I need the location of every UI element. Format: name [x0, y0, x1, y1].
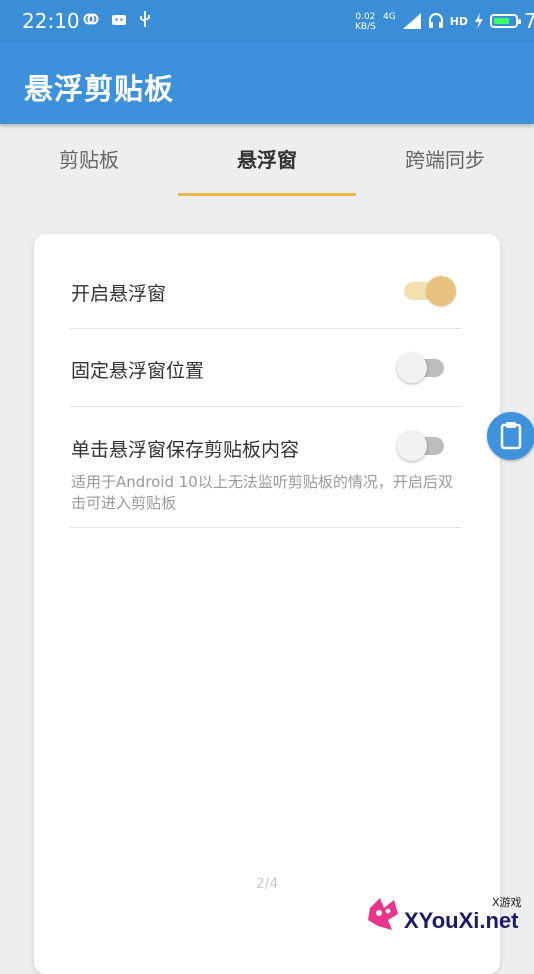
tap-save-toggle[interactable]	[397, 431, 444, 461]
status-right-icons: 4G HD 77	[383, 9, 534, 33]
status-time: 22:10	[22, 9, 80, 33]
signal-icon	[402, 13, 421, 29]
battery-level: 77	[524, 9, 534, 33]
gamepad-logo-icon	[368, 898, 398, 930]
toggle-knob	[397, 353, 427, 383]
tab-bar: 剪贴板 悬浮窗 跨端同步	[0, 124, 534, 198]
network-type: 4G	[383, 12, 396, 22]
tab-label: 悬浮窗	[237, 148, 297, 172]
tab-label: 跨端同步	[405, 148, 485, 172]
net-speed-value: 0.02	[355, 12, 376, 22]
battery-icon	[490, 14, 522, 28]
tab-cross-device-sync[interactable]: 跨端同步	[356, 124, 534, 198]
fix-position-toggle[interactable]	[397, 353, 444, 383]
link-icon	[83, 13, 99, 25]
enable-floating-toggle[interactable]	[404, 276, 456, 306]
setting-row-tap-save[interactable]: 单击悬浮窗保存剪贴板内容 适用于Android 10以上无法监听剪贴板的情况，开…	[70, 407, 462, 528]
setting-label: 单击悬浮窗保存剪贴板内容	[71, 439, 300, 461]
tab-clipboard[interactable]: 剪贴板	[0, 124, 178, 198]
hd-badge: HD	[449, 14, 469, 28]
tab-floating-window[interactable]: 悬浮窗	[178, 124, 356, 198]
net-speed: 0.02 KB/S	[355, 12, 376, 32]
charging-bolt-icon	[475, 13, 484, 29]
setting-row-enable-floating[interactable]: 开启悬浮窗	[70, 252, 462, 329]
net-speed-unit: KB/S	[355, 22, 376, 32]
setting-label: 开启悬浮窗	[71, 283, 167, 305]
setting-label: 固定悬浮窗位置	[71, 360, 205, 382]
clipboard-icon	[500, 422, 522, 450]
toggle-knob	[397, 431, 427, 461]
headset-icon	[428, 13, 443, 28]
tab-label: 剪贴板	[59, 148, 119, 172]
app-bar: 悬浮剪贴板	[0, 42, 534, 124]
settings-card: 开启悬浮窗 固定悬浮窗位置 单击悬浮窗保存剪贴板内容 适用于Android 10…	[34, 234, 500, 974]
status-notification-icons	[82, 10, 152, 28]
watermark: X游戏 XYouXi.net	[360, 890, 534, 949]
app-title: 悬浮剪贴板	[24, 72, 175, 106]
usb-icon	[140, 11, 150, 27]
tab-active-indicator	[178, 193, 356, 196]
floating-clipboard-button[interactable]	[487, 412, 534, 460]
setting-row-fix-position[interactable]: 固定悬浮窗位置	[70, 329, 462, 407]
status-bar: 22:10 0.02 KB/S 4G HD 77	[0, 0, 534, 42]
toggle-knob	[426, 276, 456, 306]
setting-description: 适用于Android 10以上无法监听剪贴板的情况，开启后双击可进入剪贴板	[71, 473, 453, 512]
watermark-text: XYouXi.net	[404, 908, 519, 933]
android-icon	[112, 15, 126, 25]
